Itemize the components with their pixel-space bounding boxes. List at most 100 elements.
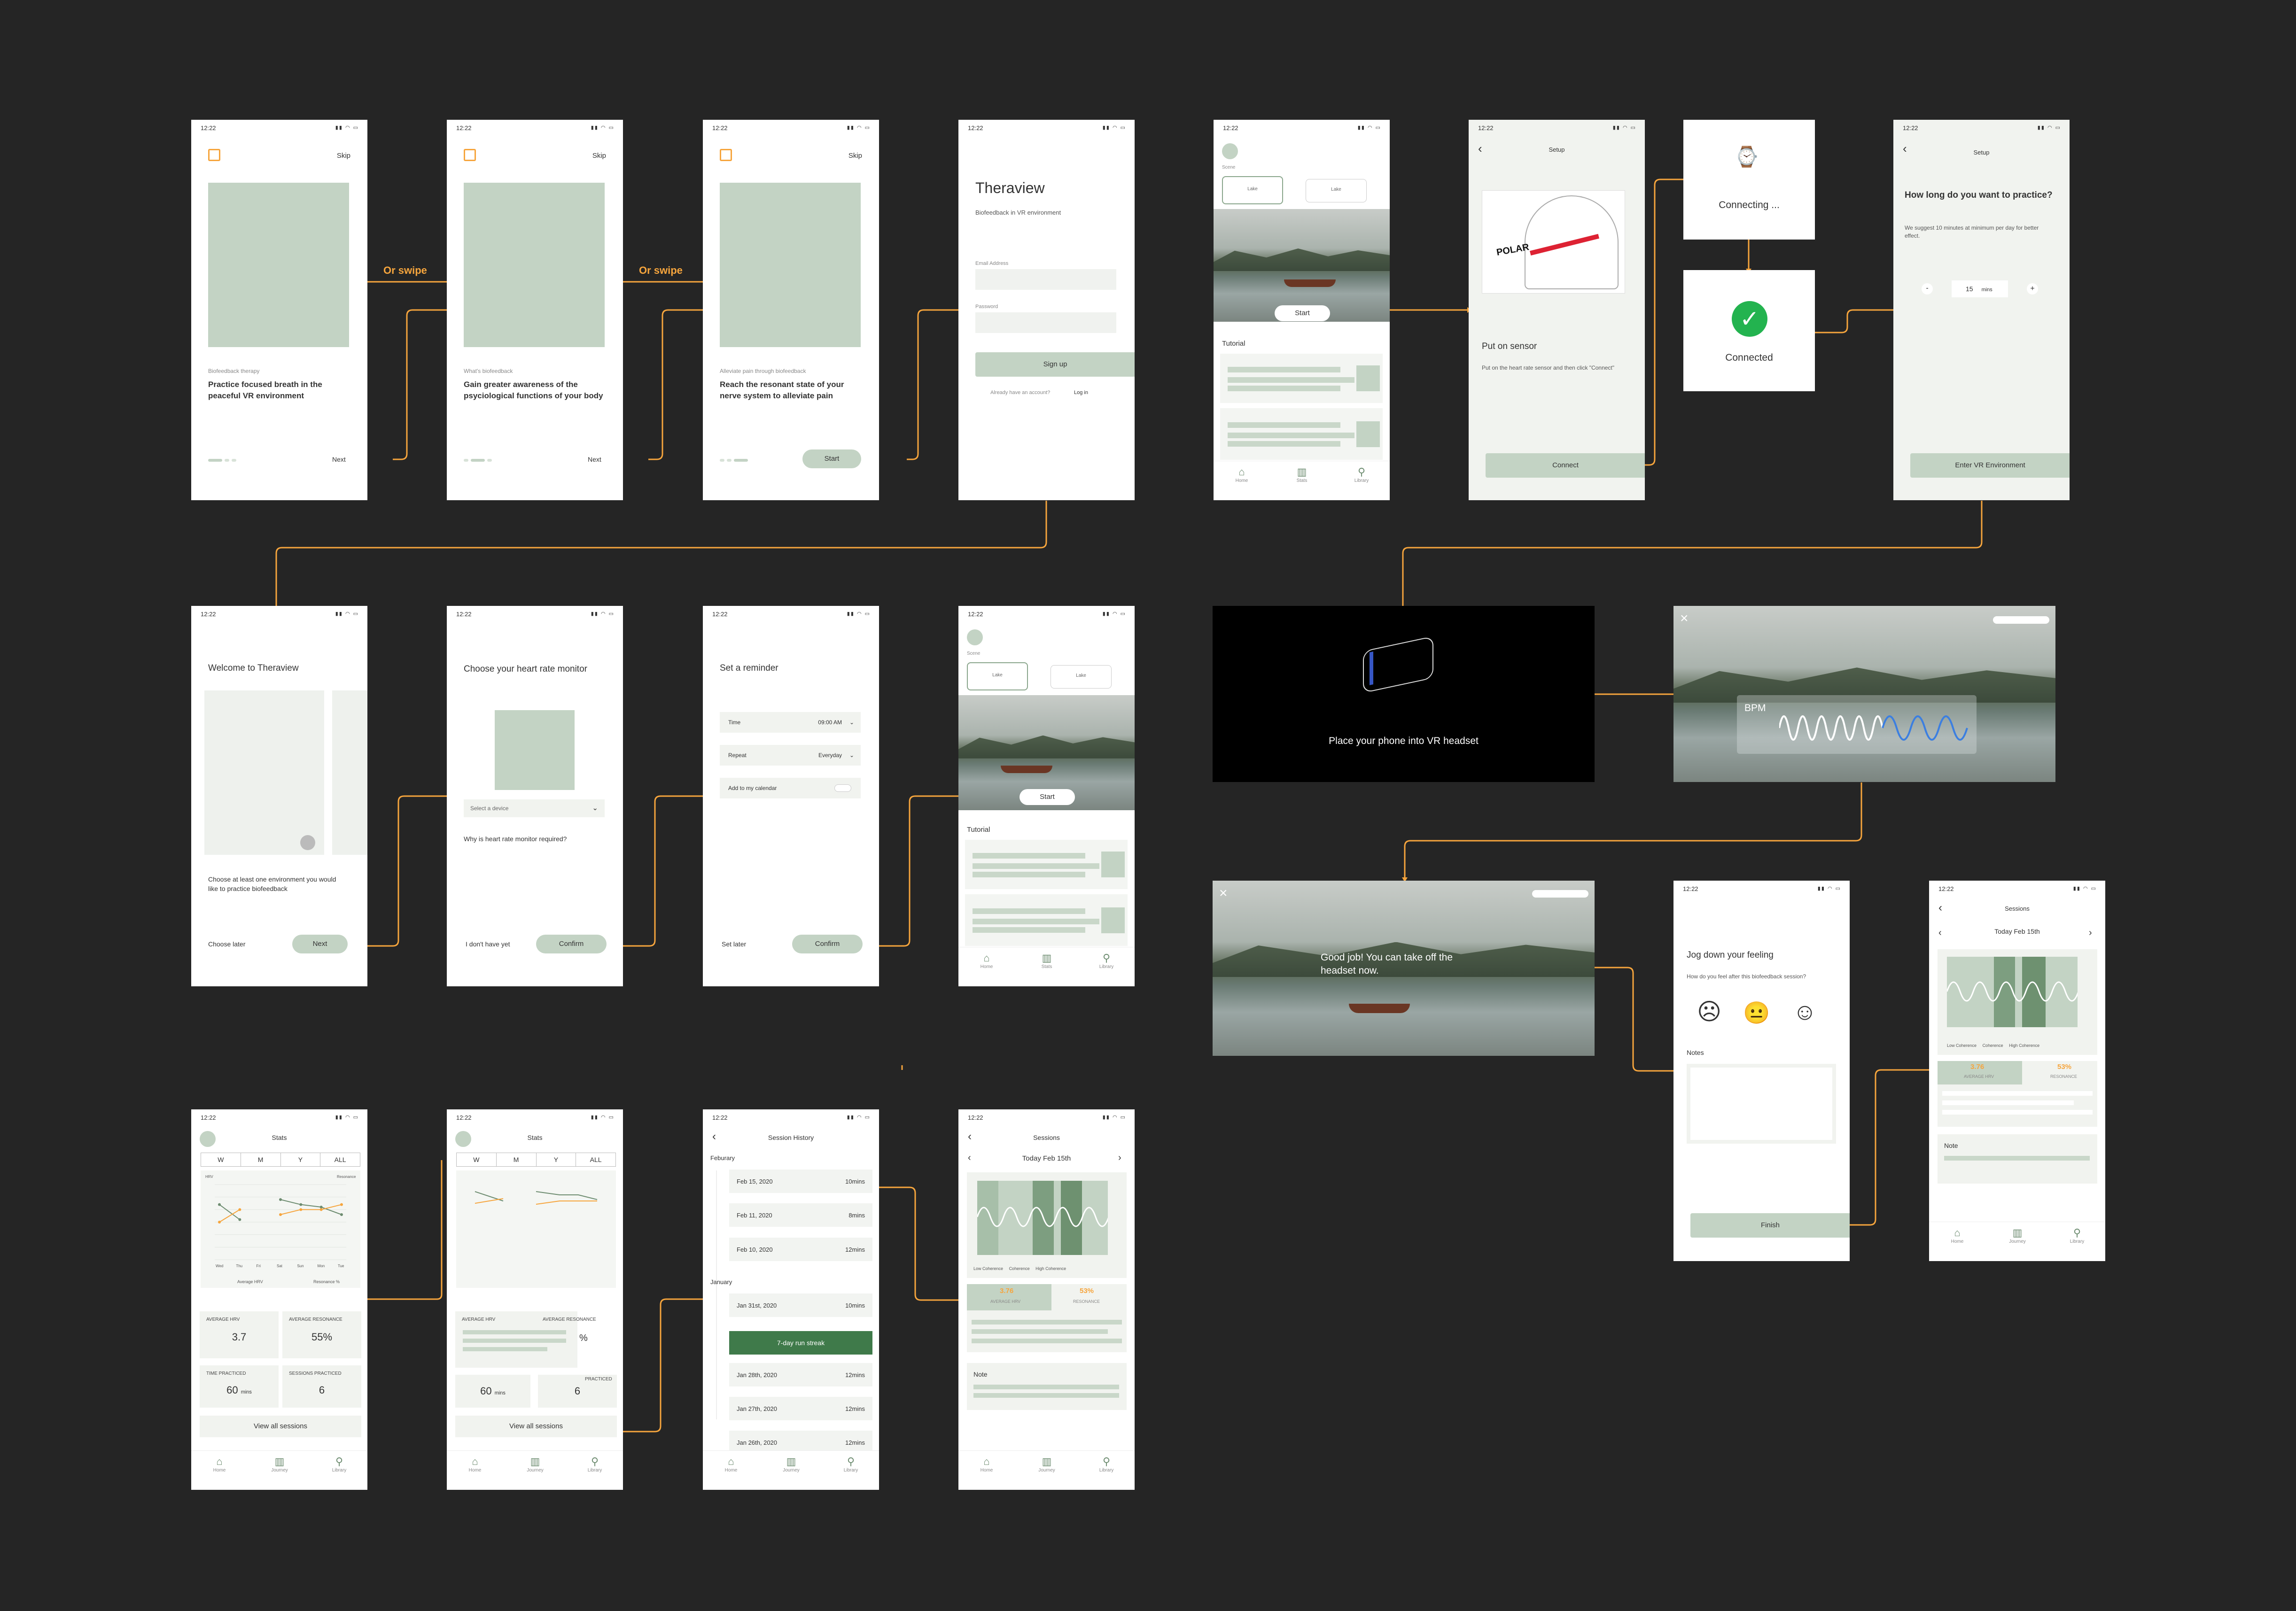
scene-chip-lake-selected[interactable]: Lake	[1222, 176, 1283, 204]
tab-week[interactable]: W	[201, 1153, 241, 1166]
next-button[interactable]: Next	[292, 935, 348, 953]
view-all-sessions-button[interactable]: View all sessions	[455, 1416, 617, 1437]
tab-journey[interactable]: ▥ Journey	[1033, 1456, 1061, 1473]
password-field[interactable]	[975, 312, 1116, 333]
notes-textarea[interactable]	[1687, 1064, 1836, 1144]
tab-journey[interactable]: ▥ Journey	[2003, 1227, 2031, 1244]
tab-library[interactable]: ⚲ Library	[581, 1456, 609, 1473]
tab-all[interactable]: ALL	[320, 1153, 360, 1166]
environment-card[interactable]	[204, 690, 324, 855]
minus-button[interactable]: -	[1922, 283, 1933, 294]
tab-home[interactable]: ⌂ Home	[1228, 466, 1256, 483]
eyebrow: Biofeedback therapy	[208, 368, 260, 374]
tutorial-card[interactable]	[965, 894, 1128, 946]
no-device-link[interactable]: I don't have yet	[466, 940, 510, 948]
close-icon[interactable]: ×	[1219, 885, 1228, 901]
tutorial-card[interactable]	[1220, 354, 1383, 403]
scene-chip-lake-selected[interactable]: Lake	[967, 662, 1028, 690]
duration-input[interactable]: 15 mins	[1952, 280, 2008, 297]
repeat-field[interactable]: Repeat Everyday ⌄	[720, 745, 861, 766]
next-day-icon[interactable]: ›	[2089, 928, 2092, 938]
connecting-label: Connecting ...	[1719, 200, 1780, 210]
home-screen: 12:22 ▮▮ ◠ ▭ Scene Lake Lake Start Tutori…	[1214, 120, 1390, 500]
sad-face-icon[interactable]: ☹	[1697, 998, 1721, 1025]
signup-button[interactable]: Sign up	[975, 352, 1135, 377]
plus-button[interactable]: +	[2027, 283, 2038, 294]
tab-bar: ⌂ Home ▥ Stats ⚲ Library	[1214, 461, 1390, 500]
choose-later-link[interactable]: Choose later	[208, 940, 245, 948]
x-tick-label: Wed	[216, 1264, 223, 1268]
tab-all[interactable]: ALL	[576, 1153, 615, 1166]
skip-button[interactable]: Skip	[848, 152, 862, 160]
avatar[interactable]	[1222, 143, 1238, 159]
calendar-toggle[interactable]	[834, 784, 851, 792]
tab-home[interactable]: ⌂ Home	[717, 1456, 745, 1473]
next-day-icon[interactable]: ›	[1118, 1153, 1121, 1163]
close-icon[interactable]: ×	[1680, 611, 1689, 627]
signal-wifi-battery-icon: ▮▮ ◠ ▭	[1102, 1115, 1126, 1120]
tab-journey[interactable]: ▥ Journey	[521, 1456, 549, 1473]
tab-home[interactable]: ⌂ Home	[461, 1456, 489, 1473]
device-select[interactable]: Select a device ⌄	[464, 799, 605, 817]
neutral-face-icon[interactable]: 😐	[1743, 1000, 1770, 1026]
x-tick-label: Fri	[257, 1264, 261, 1268]
tutorial-card[interactable]	[965, 840, 1128, 889]
tab-home[interactable]: ⌂ Home	[1943, 1227, 1971, 1244]
email-field[interactable]	[975, 269, 1116, 290]
signal-wifi-battery-icon: ▮▮ ◠ ▭	[847, 1115, 871, 1120]
status-bar: 12:22 ▮▮ ◠ ▭	[968, 611, 1126, 618]
enter-vr-button[interactable]: Enter VR Environment	[1910, 453, 2070, 478]
set-later-link[interactable]: Set later	[722, 940, 746, 948]
tab-year[interactable]: Y	[281, 1153, 321, 1166]
session-row[interactable]: Jan 27th, 2020 12mins	[729, 1397, 872, 1420]
tab-stats[interactable]: ▥ Stats	[1288, 466, 1316, 483]
session-row[interactable]: Jan 31st, 2020 10mins	[729, 1293, 872, 1317]
tab-library[interactable]: ⚲ Library	[1347, 466, 1376, 483]
time-field[interactable]: Time 09:00 AM ⌄	[720, 712, 861, 733]
tab-month[interactable]: M	[497, 1153, 537, 1166]
scene-chip-lake[interactable]: Lake	[1051, 665, 1112, 689]
tab-home[interactable]: ⌂ Home	[973, 1456, 1001, 1473]
progress-pill	[1993, 616, 2049, 624]
tab-library[interactable]: ⚲ Library	[1092, 1456, 1121, 1473]
view-all-sessions-button[interactable]: View all sessions	[200, 1416, 361, 1437]
tab-journey[interactable]: ▥ Journey	[777, 1456, 805, 1473]
y-axis-label-right: Resonance	[337, 1175, 356, 1179]
tab-stats[interactable]: ▥ Stats	[1033, 952, 1061, 969]
start-button[interactable]: Start	[1020, 789, 1075, 805]
session-row[interactable]: Feb 10, 2020 12mins	[729, 1238, 872, 1261]
start-button[interactable]: Start	[1275, 305, 1330, 321]
tab-library[interactable]: ⚲ Library	[325, 1456, 353, 1473]
tab-library[interactable]: ⚲ Library	[2063, 1227, 2091, 1244]
session-row[interactable]: Feb 15, 2020 10mins	[729, 1170, 872, 1193]
tab-home[interactable]: ⌂ Home	[973, 952, 1001, 969]
finish-button[interactable]: Finish	[1690, 1213, 1850, 1238]
vr-bpm-view: × BPM	[1673, 606, 2055, 782]
tab-journey[interactable]: ▥ Journey	[265, 1456, 294, 1473]
coherence-legend: Low Coherence Coherence High Coherence	[973, 1266, 1066, 1271]
skip-button[interactable]: Skip	[337, 152, 350, 160]
happy-face-icon[interactable]: ☺	[1793, 998, 1817, 1025]
tab-home[interactable]: ⌂ Home	[205, 1456, 233, 1473]
next-button[interactable]: Next	[332, 456, 346, 463]
tab-year[interactable]: Y	[537, 1153, 576, 1166]
avatar[interactable]	[967, 629, 983, 645]
confirm-button[interactable]: Confirm	[536, 935, 607, 953]
scene-chip-lake[interactable]: Lake	[1306, 179, 1367, 202]
login-link[interactable]: Log in	[1074, 390, 1088, 395]
home-icon: ⌂	[983, 1456, 990, 1467]
tab-week[interactable]: W	[457, 1153, 497, 1166]
session-row[interactable]: Feb 11, 2020 8mins	[729, 1203, 872, 1227]
start-button[interactable]: Start	[802, 449, 861, 468]
why-link[interactable]: Why is heart rate monitor required?	[464, 835, 567, 843]
next-button[interactable]: Next	[588, 456, 601, 463]
session-row[interactable]: Jan 28th, 2020 12mins	[729, 1363, 872, 1386]
environment-card-next[interactable]	[332, 690, 367, 855]
skip-button[interactable]: Skip	[592, 152, 606, 160]
confirm-button[interactable]: Confirm	[792, 935, 863, 953]
connect-button[interactable]: Connect	[1486, 453, 1645, 478]
tab-library[interactable]: ⚲ Library	[837, 1456, 865, 1473]
tab-month[interactable]: M	[241, 1153, 281, 1166]
tab-library[interactable]: ⚲ Library	[1092, 952, 1121, 969]
tutorial-card[interactable]	[1220, 408, 1383, 460]
